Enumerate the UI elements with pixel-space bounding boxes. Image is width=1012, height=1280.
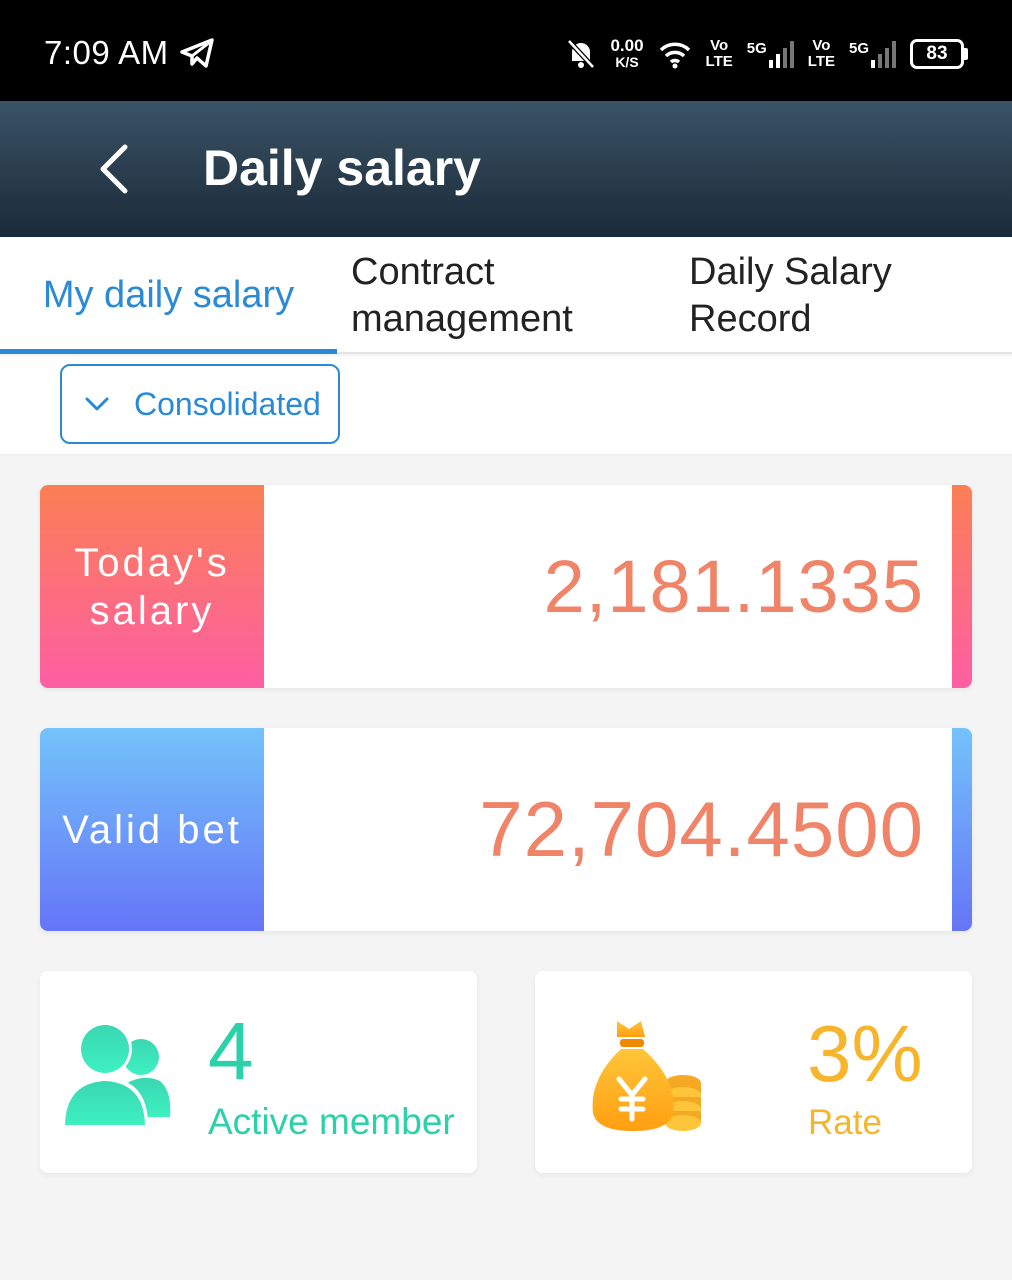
todays-salary-label: Today's salary [40, 485, 264, 688]
filter-bar: Consolidated [0, 356, 1012, 455]
status-time: 7:09 AM [44, 34, 169, 71]
volte-badge-1: Vo LTE [705, 37, 733, 70]
todays-salary-card: Today's salary 2,181.1335 [40, 485, 972, 688]
tab-bar: My daily salary Contract management Dail… [0, 237, 1012, 354]
tab-contract-management[interactable]: Contract management [351, 237, 671, 354]
valid-bet-card: Valid bet 72,704.4500 [40, 728, 972, 931]
telegram-icon [180, 38, 214, 68]
signal-5g-1: 5G [747, 40, 794, 68]
tab-label: Contract management [351, 250, 573, 340]
status-icons: 0.00 K/S Vo LTE 5G Vo LTE 5G 83 [566, 34, 968, 74]
speed-value: 0.00 [610, 36, 644, 55]
users-icon [62, 1022, 171, 1125]
page-title: Daily salary [203, 140, 481, 196]
battery-level: 83 [910, 39, 964, 69]
rate-label: Rate [808, 1103, 882, 1142]
tab-daily-salary-record[interactable]: Daily Salary Record [689, 237, 1009, 354]
network-speed: 0.00 K/S [610, 37, 643, 71]
valid-bet-label: Valid bet [40, 728, 264, 931]
todays-salary-value: 2,181.1335 [543, 545, 924, 628]
bell-muted-icon [567, 39, 596, 69]
active-member-count: 4 [208, 1006, 254, 1097]
app-header: Daily salary [0, 101, 1012, 237]
speed-unit: K/S [615, 54, 639, 70]
active-member-card: 4 Active member [40, 971, 477, 1173]
status-bar: 7:09 AM 0.00 K/S Vo LTE 5G Vo LTE 5G 83 [0, 0, 1012, 101]
tab-label: My daily salary [42, 274, 295, 316]
rate-value: 3% [807, 1009, 923, 1098]
card-accent-stripe [952, 485, 972, 688]
volte-badge-2: Vo LTE [807, 37, 835, 70]
active-member-label: Active member [208, 1101, 455, 1142]
signal-5g-2: 5G [849, 40, 896, 68]
chevron-left-icon [100, 144, 128, 194]
chevron-down-icon [85, 397, 109, 411]
back-button[interactable] [84, 137, 144, 201]
wifi-icon [659, 42, 690, 69]
rate-card: 3% Rate [535, 971, 972, 1173]
signal-bars-icon [768, 40, 794, 68]
money-bag-icon [592, 1021, 701, 1131]
active-tab-indicator [0, 349, 337, 354]
valid-bet-value: 72,704.4500 [479, 785, 924, 873]
card-accent-stripe [952, 728, 972, 931]
tab-my-daily-salary[interactable]: My daily salary [0, 237, 337, 354]
consolidated-dropdown[interactable]: Consolidated [60, 364, 340, 444]
dropdown-value: Consolidated [134, 385, 321, 422]
tab-label: Daily Salary Record [689, 250, 892, 340]
signal-bars-icon [871, 40, 896, 68]
battery-icon: 83 [910, 39, 968, 69]
